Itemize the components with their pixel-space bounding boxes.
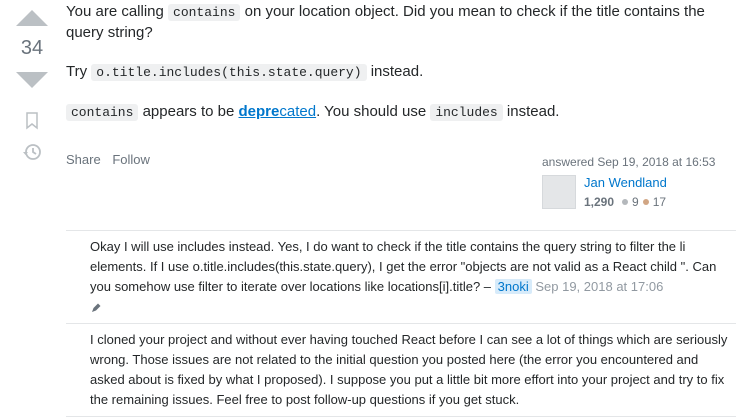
upvote-arrow-icon[interactable] — [16, 10, 48, 26]
inline-code: includes — [430, 104, 503, 121]
answer-paragraph-2: Try o.title.includes(this.state.query) i… — [66, 62, 736, 83]
answer-date: Sep 19, 2018 at 16:53 — [597, 155, 716, 169]
reputation-score: 1,290 — [584, 195, 615, 209]
edit-icon[interactable] — [90, 302, 102, 314]
text: answered — [542, 155, 598, 169]
comment: Okay I will use includes instead. Yes, I… — [66, 231, 736, 324]
comment-user-link[interactable]: 3noki — [494, 279, 532, 294]
vote-count: 34 — [20, 37, 44, 59]
downvote-arrow-icon[interactable] — [16, 72, 48, 88]
inline-code: o.title.includes(this.state.query) — [91, 64, 367, 81]
comment-text: I cloned your project and without ever h… — [90, 332, 728, 407]
avatar[interactable] — [542, 175, 576, 209]
share-link[interactable]: Share — [66, 152, 101, 167]
deprecated-link[interactable]: deprecated — [239, 103, 317, 120]
text: depre — [238, 103, 280, 120]
bronze-badge-icon — [642, 199, 649, 205]
comment-date: Sep 19, 2018 at 17:06 — [535, 279, 664, 294]
answered-label: answered Sep 19, 2018 at 16:53 — [542, 155, 732, 169]
answer-body: You are calling contains on your locatio… — [66, 2, 736, 142]
inline-code: contains — [168, 4, 241, 21]
silver-badge-icon — [622, 199, 629, 205]
reputation-row: 1,290 9 17 — [584, 195, 667, 209]
text: . You should use — [316, 103, 431, 120]
answer-paragraph-3: contains appears to be deprecated. You s… — [66, 102, 736, 123]
text: appears to be — [138, 103, 239, 120]
inline-code: contains — [66, 104, 139, 121]
text: Try — [66, 63, 92, 80]
text: instead. — [366, 63, 424, 80]
text: cated — [279, 103, 317, 120]
vote-column: 34 — [14, 10, 50, 162]
user-name-link[interactable]: Jan Wendland — [584, 175, 667, 191]
text: You are calling — [66, 3, 169, 20]
post-menu: Share Follow — [66, 152, 158, 167]
text: instead. — [502, 103, 560, 120]
silver-badge-count: 9 — [632, 195, 639, 209]
follow-link[interactable]: Follow — [112, 152, 150, 167]
bronze-badge-count: 17 — [652, 195, 667, 209]
user-card: Jan Wendland 1,290 9 17 — [542, 175, 732, 209]
comment: I cloned your project and without ever h… — [66, 324, 736, 417]
answer-paragraph-1: You are calling contains on your locatio… — [66, 2, 736, 43]
answer-signature: answered Sep 19, 2018 at 16:53 Jan Wendl… — [542, 155, 732, 209]
history-icon[interactable] — [22, 142, 42, 162]
bookmark-icon[interactable] — [25, 112, 39, 130]
comments-list: Okay I will use includes instead. Yes, I… — [66, 230, 736, 417]
